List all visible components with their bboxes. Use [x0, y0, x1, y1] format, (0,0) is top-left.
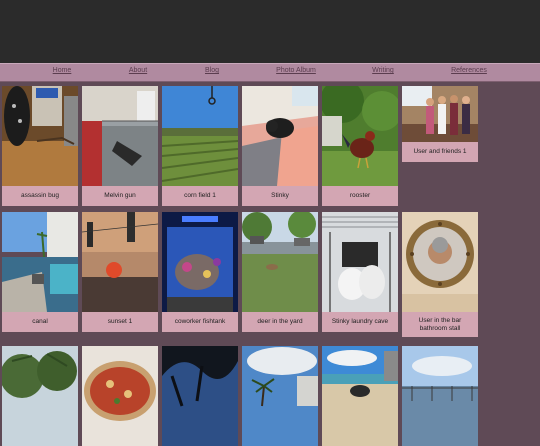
photo-caption: User in the bar bathroom stall: [402, 312, 478, 337]
photo-tile-rooster[interactable]: rooster: [322, 86, 398, 206]
photo-tile-waterfront[interactable]: [402, 346, 478, 446]
deer-photo[interactable]: [242, 212, 318, 312]
photo-tile-melvin-gun[interactable]: Melvin gun: [82, 86, 158, 206]
fishtank-photo[interactable]: [162, 212, 238, 312]
photo-gallery: assassin bug Melvin gun corn field 1 Sti…: [0, 0, 540, 446]
waterfront-photo[interactable]: [402, 346, 478, 446]
corn-field-photo[interactable]: [162, 86, 238, 186]
photo-tile-friends[interactable]: User and friends 1: [402, 86, 478, 162]
photo-caption: coworker fishtank: [162, 312, 238, 332]
photo-caption: Stinky: [242, 186, 318, 206]
trees-photo[interactable]: [2, 346, 78, 446]
photo-tile-canal[interactable]: canal: [2, 212, 78, 332]
photo-caption: sunset 1: [82, 312, 158, 332]
night-tree-photo[interactable]: [162, 346, 238, 446]
porthole-photo[interactable]: [402, 212, 478, 312]
laundry-photo[interactable]: [322, 212, 398, 312]
friends-photo[interactable]: [402, 86, 478, 142]
pizza-photo[interactable]: [82, 346, 158, 446]
photo-tile-corn-field[interactable]: corn field 1: [162, 86, 238, 206]
rooster-photo[interactable]: [322, 86, 398, 186]
assassin-bug-photo[interactable]: [2, 86, 78, 186]
canal-photo[interactable]: [2, 212, 78, 312]
palm-cloud-photo[interactable]: [242, 346, 318, 446]
stinky-cat-photo[interactable]: [242, 86, 318, 186]
photo-caption: User and friends 1: [402, 142, 478, 162]
photo-caption: deer in the yard: [242, 312, 318, 332]
photo-tile-night-tree[interactable]: [162, 346, 238, 446]
photo-caption: assassin bug: [2, 186, 78, 206]
photo-caption: Stinky laundry cave: [322, 312, 398, 332]
melvin-gun-photo[interactable]: [82, 86, 158, 186]
photo-caption: rooster: [322, 186, 398, 206]
beach-photo[interactable]: [322, 346, 398, 446]
sunset-photo[interactable]: [82, 212, 158, 312]
photo-tile-palm-cloud[interactable]: [242, 346, 318, 446]
photo-tile-porthole[interactable]: User in the bar bathroom stall: [402, 212, 478, 337]
photo-tile-sunset[interactable]: sunset 1: [82, 212, 158, 332]
photo-tile-fishtank[interactable]: coworker fishtank: [162, 212, 238, 332]
photo-tile-beach[interactable]: [322, 346, 398, 446]
photo-caption: Melvin gun: [82, 186, 158, 206]
photo-tile-pizza[interactable]: [82, 346, 158, 446]
photo-tile-trees[interactable]: [2, 346, 78, 446]
photo-tile-laundry[interactable]: Stinky laundry cave: [322, 212, 398, 332]
photo-tile-deer[interactable]: deer in the yard: [242, 212, 318, 332]
photo-caption: corn field 1: [162, 186, 238, 206]
photo-tile-stinky[interactable]: Stinky: [242, 86, 318, 206]
photo-caption: canal: [2, 312, 78, 332]
photo-tile-assassin-bug[interactable]: assassin bug: [2, 86, 78, 206]
